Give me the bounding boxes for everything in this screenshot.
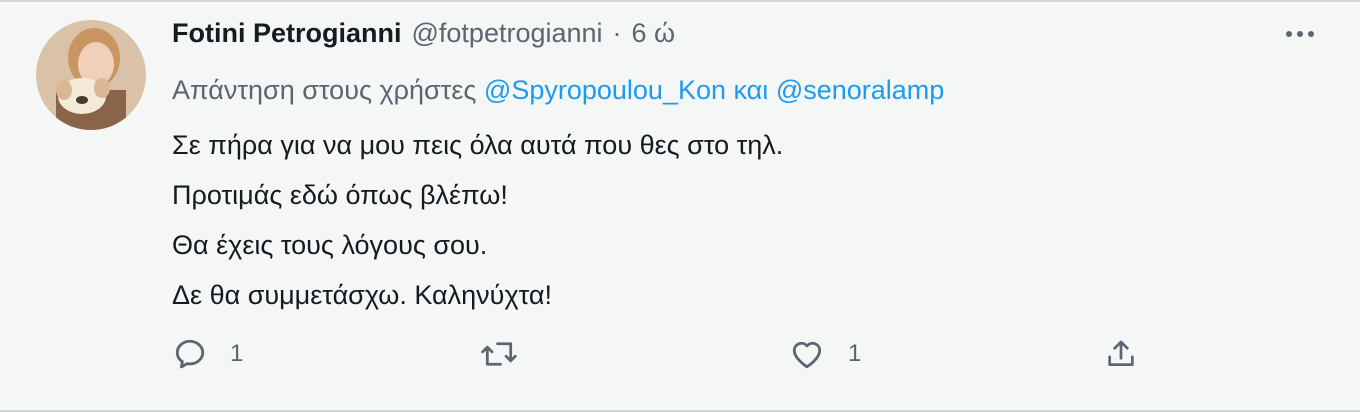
tweet-text-line: Προτιμάς εδώ όπως βλέπω! <box>172 180 508 210</box>
heart-icon <box>788 336 826 372</box>
tweet-text-line: Σε πήρα για να μου πεις όλα αυτά που θες… <box>172 130 784 160</box>
share-icon <box>1104 336 1138 372</box>
mention-link[interactable]: @Spyropoulou_Kon <box>484 75 726 105</box>
reply-button[interactable]: 1 <box>172 332 243 376</box>
reply-icon <box>172 336 208 372</box>
reply-count: 1 <box>230 340 244 367</box>
tweet-time[interactable]: 6 ώ <box>632 18 676 49</box>
tweet[interactable]: Fotini Petrogianni @fotpetrogianni · 6 ώ… <box>0 0 1360 412</box>
display-name[interactable]: Fotini Petrogianni <box>172 18 402 49</box>
tweet-text-line: Θα έχεις τους λόγους σου. <box>172 230 488 260</box>
tweet-text-line: Δε θα συμμετάσχω. Καληνύχτα! <box>172 280 553 310</box>
more-options-icon[interactable] <box>1280 14 1320 54</box>
mention-link[interactable]: @senoralamp <box>776 75 945 105</box>
mention-joiner: και <box>733 75 769 105</box>
retweet-icon <box>480 336 518 372</box>
tweet-header: Fotini Petrogianni @fotpetrogianni · 6 ώ <box>172 18 1320 64</box>
separator-dot: · <box>612 18 622 48</box>
tweet-text: Σε πήρα για να μου πεις όλα αυτά που θες… <box>172 120 1320 320</box>
retweet-button[interactable] <box>480 332 540 376</box>
share-button[interactable] <box>1104 332 1160 376</box>
replying-to: Απάντηση στους χρήστες @Spyropoulou_Kon … <box>172 68 1320 112</box>
replying-to-label: Απάντηση στους χρήστες <box>172 75 477 105</box>
user-handle[interactable]: @fotpetrogianni <box>412 18 603 49</box>
like-count: 1 <box>848 340 862 367</box>
tweet-actions: 1 1 <box>172 332 1172 376</box>
avatar[interactable] <box>36 20 146 130</box>
like-button[interactable]: 1 <box>788 332 861 376</box>
